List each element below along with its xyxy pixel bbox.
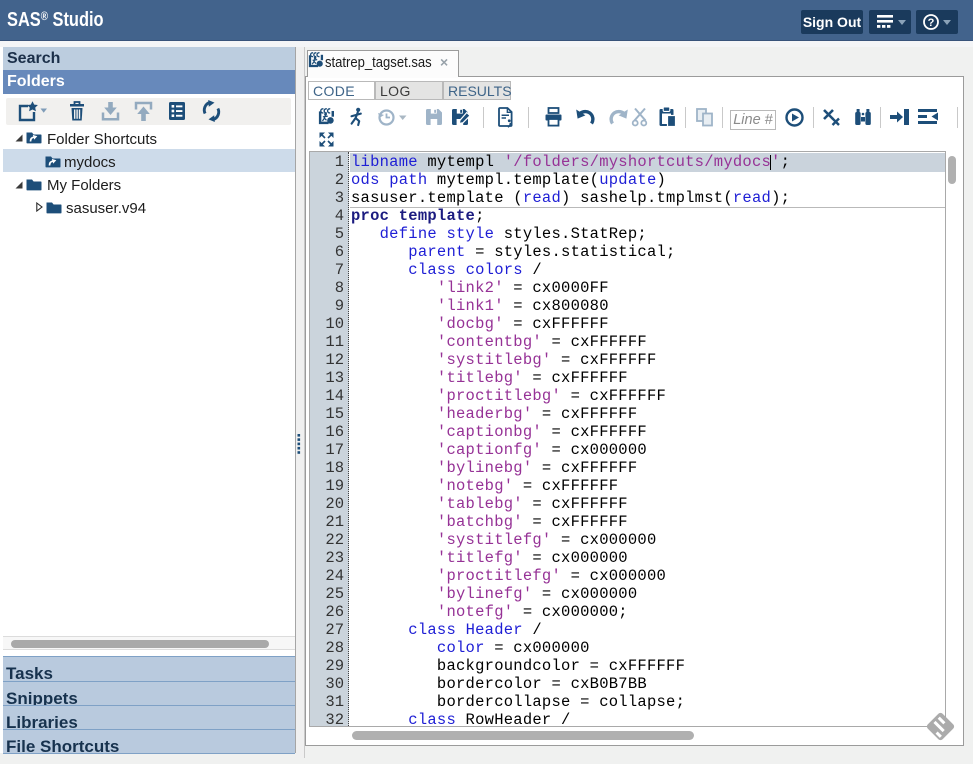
svg-text:?: ? [928, 17, 935, 29]
